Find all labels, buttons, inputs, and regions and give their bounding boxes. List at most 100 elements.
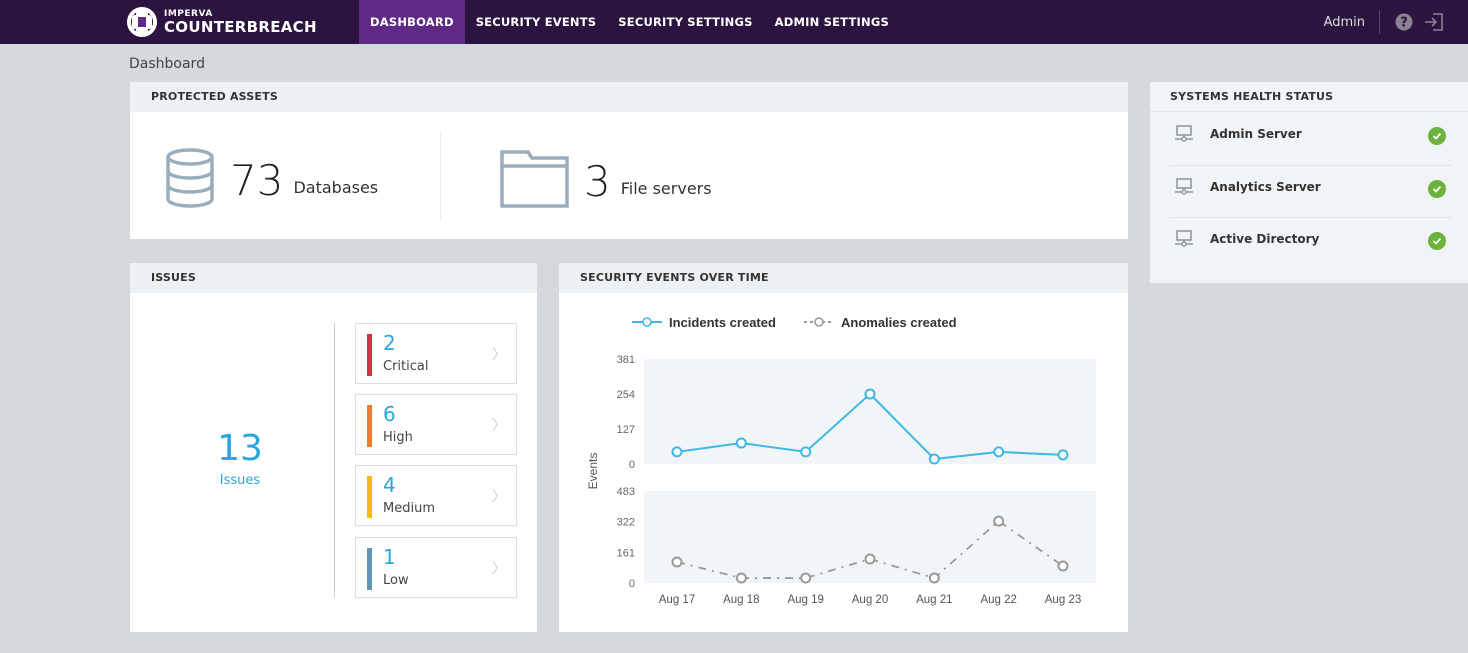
severity-label: Medium — [383, 501, 435, 516]
data-point — [671, 556, 683, 568]
data-point — [671, 446, 683, 458]
systems-health-card: SYSTEMS HEALTH STATUS Admin Server Analy… — [1150, 82, 1468, 283]
logout-icon[interactable] — [1424, 12, 1444, 32]
health-item-name: Active Directory — [1210, 232, 1320, 246]
legend-label: Incidents created — [669, 315, 776, 330]
nav-security-settings[interactable]: SECURITY SETTINGS — [607, 0, 763, 44]
card-title: SECURITY EVENTS OVER TIME — [559, 263, 1128, 293]
data-point — [993, 515, 1005, 527]
health-item[interactable]: Analytics Server — [1170, 162, 1452, 214]
y-axis-label: Events — [586, 453, 600, 490]
logo[interactable]: IMPERVA COUNTERBREACH — [126, 6, 317, 38]
divider — [440, 132, 441, 220]
severity-count: 2 — [383, 331, 396, 355]
severity-color-bar — [367, 476, 372, 518]
data-point — [1057, 560, 1069, 572]
nav-dashboard[interactable]: DASHBOARD — [359, 0, 465, 44]
folder-icon — [500, 150, 570, 212]
y-tick-label: 161 — [617, 547, 635, 559]
server-icon — [1174, 125, 1194, 147]
severity-label: High — [383, 430, 413, 445]
server-icon — [1174, 230, 1194, 252]
status-ok-icon — [1428, 180, 1446, 198]
issues-card: ISSUES 13 Issues 2 Critical 〉 6 High 〉 4… — [130, 263, 537, 632]
data-point — [993, 446, 1005, 458]
y-tick-label: 0 — [629, 459, 635, 471]
severity-medium[interactable]: 4 Medium 〉 — [355, 465, 517, 526]
nav-admin-settings[interactable]: ADMIN SETTINGS — [764, 0, 900, 44]
user-menu[interactable]: Admin — [1324, 15, 1365, 30]
severity-color-bar — [367, 405, 372, 447]
server-icon — [1174, 178, 1194, 200]
legend-label: Anomalies created — [841, 315, 957, 330]
y-tick-label: 322 — [617, 517, 635, 529]
svg-text:?: ? — [1400, 16, 1408, 31]
health-item[interactable]: Admin Server — [1170, 109, 1452, 161]
y-tick-label: 483 — [617, 486, 635, 498]
plot-area — [644, 491, 1096, 583]
chevron-right-icon: 〉 — [492, 561, 506, 577]
data-point — [800, 572, 812, 584]
logo-icon — [126, 6, 158, 38]
top-navigation-bar: IMPERVA COUNTERBREACH DASHBOARD SECURITY… — [0, 0, 1468, 44]
x-tick-label: Aug 21 — [916, 594, 952, 606]
card-title: SYSTEMS HEALTH STATUS — [1150, 82, 1468, 112]
database-count: 73 — [230, 155, 284, 205]
issues-total-label: Issues — [219, 473, 261, 488]
severity-color-bar — [367, 548, 372, 590]
issues-total-count: 13 — [217, 428, 263, 469]
y-tick-label: 381 — [617, 354, 635, 366]
data-point — [735, 437, 747, 449]
divider — [334, 323, 335, 598]
status-ok-icon — [1428, 127, 1446, 145]
y-tick-label: 254 — [617, 389, 635, 401]
x-tick-label: Aug 18 — [723, 594, 759, 606]
severity-count: 6 — [383, 402, 396, 426]
health-item-name: Analytics Server — [1210, 180, 1321, 194]
severity-high[interactable]: 6 High 〉 — [355, 394, 517, 455]
main-nav: DASHBOARD SECURITY EVENTS SECURITY SETTI… — [359, 0, 900, 44]
data-point — [928, 572, 940, 584]
nav-security-events[interactable]: SECURITY EVENTS — [465, 0, 608, 44]
severity-color-bar — [367, 334, 372, 376]
severity-label: Low — [383, 573, 409, 588]
status-ok-icon — [1428, 232, 1446, 250]
plot-area — [644, 359, 1096, 464]
file-server-label: File servers — [620, 178, 712, 198]
breadcrumb: Dashboard — [129, 56, 205, 72]
chevron-right-icon: 〉 — [492, 347, 506, 363]
help-icon[interactable]: ? — [1394, 12, 1414, 32]
severity-critical[interactable]: 2 Critical 〉 — [355, 323, 517, 384]
data-point — [800, 446, 812, 458]
data-point — [864, 553, 876, 565]
file-server-count: 3 — [584, 156, 611, 206]
asset-file-servers[interactable]: 3 File servers — [500, 150, 712, 212]
database-label: Databases — [293, 177, 379, 197]
asset-databases[interactable]: 73 Databases — [164, 148, 378, 212]
data-point — [1057, 449, 1069, 461]
data-point — [735, 572, 747, 584]
legend-marker — [642, 317, 652, 327]
x-tick-label: Aug 22 — [980, 594, 1016, 606]
divider — [1379, 10, 1380, 34]
x-tick-label: Aug 19 — [787, 594, 823, 606]
severity-low[interactable]: 1 Low 〉 — [355, 537, 517, 598]
x-tick-label: Aug 23 — [1045, 594, 1081, 606]
events-chart: Incidents created Anomalies created 0 127 25… — [586, 315, 1096, 606]
chevron-right-icon: 〉 — [492, 489, 506, 505]
health-item-name: Admin Server — [1210, 127, 1302, 141]
x-tick-label: Aug 17 — [659, 594, 695, 606]
brand-bottom: COUNTERBREACH — [164, 17, 317, 36]
issues-total[interactable]: 13 Issues — [190, 428, 290, 488]
y-tick-label: 127 — [617, 424, 635, 436]
severity-label: Critical — [383, 359, 429, 374]
chevron-right-icon: 〉 — [492, 418, 506, 434]
protected-assets-card: PROTECTED ASSETS 73 Databases 3 File ser… — [130, 82, 1128, 239]
card-title: ISSUES — [130, 263, 537, 293]
legend-marker — [814, 317, 824, 327]
card-title: PROTECTED ASSETS — [130, 82, 1128, 112]
severity-count: 4 — [383, 473, 396, 497]
y-tick-label: 0 — [629, 578, 635, 590]
data-point — [864, 388, 876, 400]
health-item[interactable]: Active Directory — [1170, 214, 1452, 266]
